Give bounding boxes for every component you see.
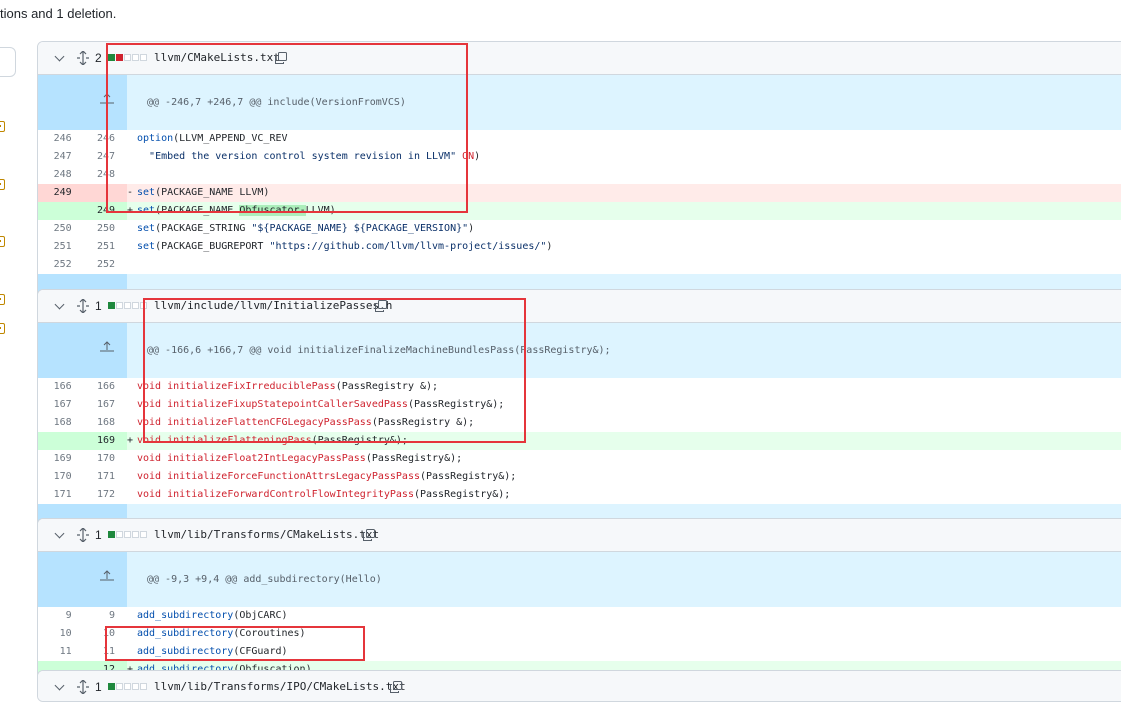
hunk-header: @@ -9,3 +9,4 @@ add_subdirectory(Hello): [38, 552, 1121, 607]
copy-icon[interactable]: [363, 529, 375, 541]
chevron-down-icon[interactable]: [54, 299, 65, 310]
diff-line: 169 170 void initializeFloat2IntLegacyPa…: [38, 450, 1121, 468]
expand-all-icon[interactable]: [77, 299, 89, 313]
file-tree-modified-icon[interactable]: [0, 236, 5, 247]
old-line-number[interactable]: [38, 432, 79, 450]
code-line: void initializeFloat2IntLegacyPassPass(P…: [137, 453, 463, 464]
code-line: void initializeForwardControlFlowIntegri…: [137, 489, 511, 500]
diffstat-blocks: [108, 531, 147, 538]
old-line-number[interactable]: 252: [38, 256, 79, 274]
old-line-number[interactable]: 247: [38, 148, 79, 166]
copy-icon[interactable]: [390, 681, 402, 693]
new-line-number[interactable]: 250: [79, 220, 127, 238]
code-line: set(PACKAGE_STRING "${PACKAGE_NAME} ${PA…: [137, 223, 475, 234]
code-line: void initializeForceFunctionAttrsLegacyP…: [137, 471, 517, 482]
old-line-number[interactable]: [38, 202, 79, 220]
old-line-number[interactable]: 167: [38, 396, 79, 414]
new-line-number[interactable]: 169: [78, 432, 127, 450]
highlight-box: [105, 626, 365, 661]
file-diff-ipo-cmakelists: 1 llvm/lib/Transforms/IPO/CMakeLists.txt: [37, 670, 1121, 702]
chevron-down-icon[interactable]: [54, 680, 65, 691]
old-line-number[interactable]: 9: [38, 607, 79, 625]
highlight-box: [143, 298, 526, 443]
expand-all-icon[interactable]: [77, 680, 89, 694]
new-line-number[interactable]: 166: [79, 378, 127, 396]
diff-line: 170 171 void initializeForceFunctionAttr…: [38, 468, 1121, 486]
expand-up-button[interactable]: [38, 552, 127, 607]
old-line-number[interactable]: 11: [38, 643, 79, 661]
diff-marker: [127, 256, 137, 274]
file-header: 1 llvm/lib/Transforms/CMakeLists.txt: [38, 519, 1121, 552]
new-line-number[interactable]: 9: [79, 607, 127, 625]
new-line-number[interactable]: 251: [79, 238, 127, 256]
file-filter-input[interactable]: [0, 47, 16, 77]
new-line-number[interactable]: 171: [79, 468, 127, 486]
old-line-number[interactable]: 251: [38, 238, 79, 256]
diffstat-blocks: [108, 302, 147, 309]
diff-line: 171 172 void initializeForwardControlFlo…: [38, 486, 1121, 504]
diff-marker: [127, 220, 137, 238]
diff-marker: [127, 607, 137, 625]
diff-marker: [127, 486, 137, 504]
old-line-number[interactable]: 249: [38, 184, 79, 202]
change-count: 1: [95, 680, 102, 694]
old-line-number[interactable]: 248: [38, 166, 79, 184]
diff-summary: tions and 1 deletion.: [0, 6, 117, 21]
diff-line: 252 252: [38, 256, 1121, 274]
file-path[interactable]: llvm/lib/Transforms/CMakeLists.txt: [154, 528, 379, 541]
expand-up-icon: [99, 341, 114, 352]
chevron-down-icon[interactable]: [54, 51, 65, 62]
expand-up-icon: [99, 570, 114, 581]
diffstat-blocks: [108, 683, 147, 690]
change-count: 1: [95, 528, 102, 542]
highlight-box: [106, 43, 468, 213]
new-line-number[interactable]: 172: [79, 486, 127, 504]
diff-marker: [127, 450, 137, 468]
old-line-number[interactable]: 250: [38, 220, 79, 238]
new-line-number[interactable]: 252: [79, 256, 127, 274]
old-line-number[interactable]: 10: [38, 625, 79, 643]
old-line-number[interactable]: 170: [38, 468, 79, 486]
code-line: [137, 256, 1121, 274]
diff-line: 9 9 add_subdirectory(ObjCARC): [38, 607, 1121, 625]
diff-marker: +: [127, 432, 137, 450]
code-line: set(PACKAGE_BUGREPORT "https://github.co…: [137, 241, 553, 252]
old-line-number[interactable]: 246: [38, 130, 79, 148]
diff-marker: [127, 378, 137, 396]
hunk-text: @@ -9,3 +9,4 @@ add_subdirectory(Hello): [127, 552, 1121, 607]
chevron-down-icon[interactable]: [54, 528, 65, 539]
diff-line: 251 251 set(PACKAGE_BUGREPORT "https://g…: [38, 238, 1121, 256]
file-header: 1 llvm/lib/Transforms/IPO/CMakeLists.txt: [38, 671, 1121, 701]
file-tree-modified-icon[interactable]: [0, 294, 5, 305]
file-tree-modified-icon[interactable]: [0, 179, 5, 190]
diff-marker: [127, 414, 137, 432]
old-line-number[interactable]: 171: [38, 486, 79, 504]
file-tree-modified-icon[interactable]: [0, 323, 5, 334]
old-line-number[interactable]: 166: [38, 378, 79, 396]
expand-all-icon[interactable]: [77, 528, 89, 542]
new-line-number[interactable]: 168: [79, 414, 127, 432]
diff-marker: [127, 396, 137, 414]
diff-line: 250 250 set(PACKAGE_STRING "${PACKAGE_NA…: [38, 220, 1121, 238]
old-line-number[interactable]: 169: [38, 450, 79, 468]
code-line: add_subdirectory(ObjCARC): [137, 610, 288, 621]
file-path[interactable]: llvm/lib/Transforms/IPO/CMakeLists.txt: [154, 680, 406, 693]
change-count: 1: [95, 299, 102, 313]
expand-all-icon[interactable]: [77, 51, 89, 65]
new-line-number[interactable]: 170: [79, 450, 127, 468]
new-line-number[interactable]: 167: [79, 396, 127, 414]
old-line-number[interactable]: 168: [38, 414, 79, 432]
diff-marker: [127, 238, 137, 256]
change-count: 2: [95, 51, 102, 65]
diff-marker: [127, 468, 137, 486]
expand-up-button[interactable]: [38, 323, 127, 378]
file-tree-modified-icon[interactable]: [0, 121, 5, 132]
